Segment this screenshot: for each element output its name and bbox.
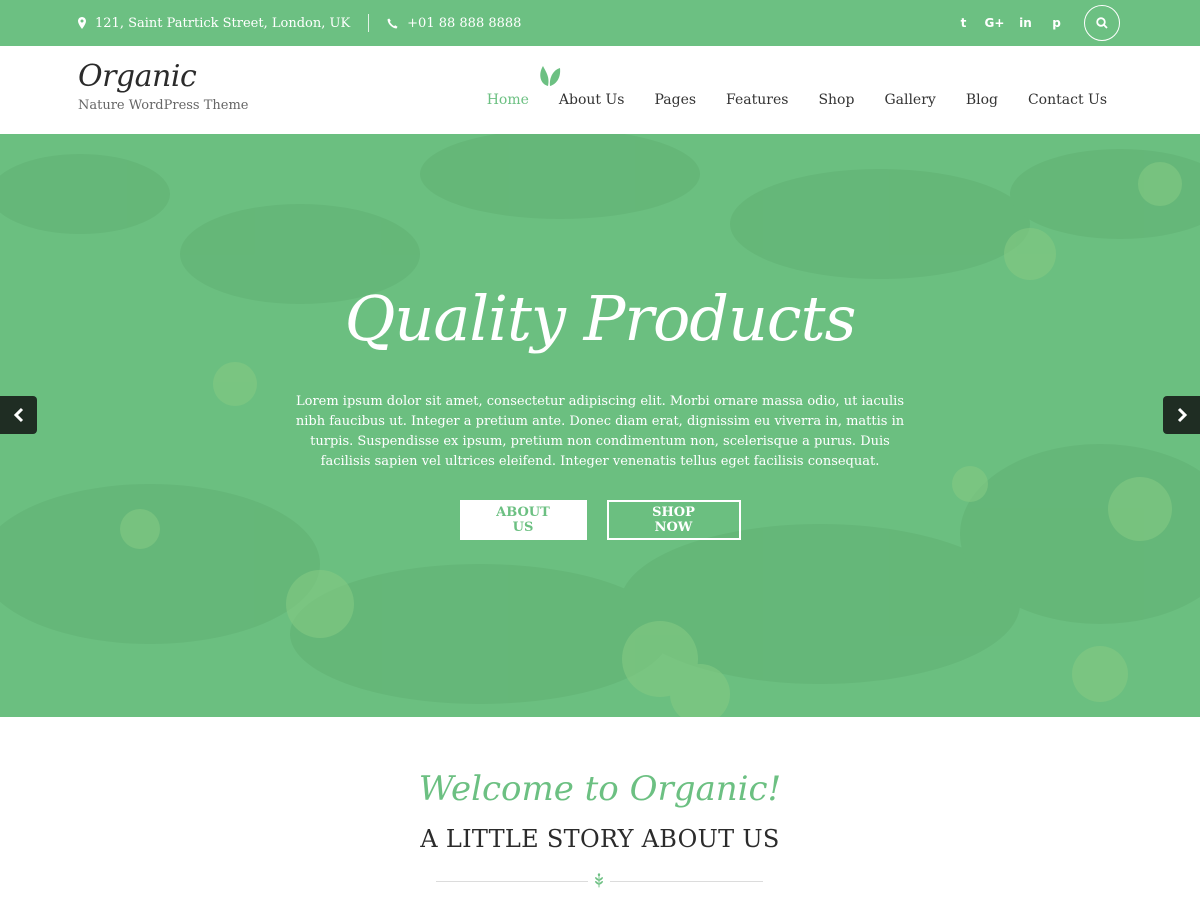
chevron-left-icon [13,407,23,423]
hero-text: Lorem ipsum dolor sit amet, consectetur … [295,394,905,469]
site-header: Organic Nature WordPress Theme Home Abou… [0,46,1200,134]
logo-text: Organic [78,59,197,94]
main-nav: Home About Us Pages Features Shop Galler… [457,92,1107,108]
shop-now-button[interactable]: SHOP NOW [606,500,741,540]
nav-blog[interactable]: Blog [966,92,998,108]
about-us-button[interactable]: ABOUT US [459,500,587,540]
hero-slider: Quality Products Lorem ipsum dolor sit a… [0,134,1200,717]
pinterest-icon[interactable]: p [1041,16,1072,30]
phone-icon [387,18,398,28]
phone-text: +01 88 888 8888 [407,15,522,31]
chevron-right-icon [1177,407,1187,423]
nav-home[interactable]: Home [487,92,529,108]
welcome-section: Welcome to Organic! A LITTLE STORY ABOUT… [0,717,1200,900]
leaf-icon [540,66,561,86]
slider-next-button[interactable] [1163,396,1200,434]
nav-features[interactable]: Features [726,92,788,108]
google-plus-icon[interactable]: G+ [979,16,1010,30]
contact-divider [368,14,370,32]
slider-prev-button[interactable] [0,396,37,434]
nav-pages[interactable]: Pages [654,92,696,108]
top-bar: 121, Saint Patrtick Street, London, UK +… [0,0,1200,46]
twitter-icon[interactable]: t [948,16,979,30]
contact-info: 121, Saint Patrtick Street, London, UK +… [78,0,521,46]
search-button[interactable] [1084,5,1120,41]
address-text: 121, Saint Patrtick Street, London, UK [95,15,351,31]
welcome-script-heading: Welcome to Organic! [418,769,782,809]
nav-contact-us[interactable]: Contact Us [1028,92,1107,108]
phone-item: +01 88 888 8888 [387,16,521,31]
welcome-heading: A LITTLE STORY ABOUT US [420,825,780,853]
logo-tagline: Nature WordPress Theme [78,98,249,113]
linkedin-icon[interactable]: in [1010,16,1041,30]
social-links: t G+ in p [948,0,1120,46]
address-item: 121, Saint Patrtick Street, London, UK [78,16,350,31]
hero-content: Quality Products Lorem ipsum dolor sit a… [0,134,1200,717]
site-logo[interactable]: Organic Nature WordPress Theme [78,58,249,113]
hero-title: Quality Products [344,282,857,355]
nav-shop[interactable]: Shop [818,92,854,108]
sprig-icon [588,869,610,893]
map-marker-icon [78,17,86,29]
search-icon [1096,17,1108,29]
nav-about-us[interactable]: About Us [559,92,625,108]
hero-buttons: ABOUT US SHOP NOW [0,500,1200,540]
nav-gallery[interactable]: Gallery [884,92,935,108]
